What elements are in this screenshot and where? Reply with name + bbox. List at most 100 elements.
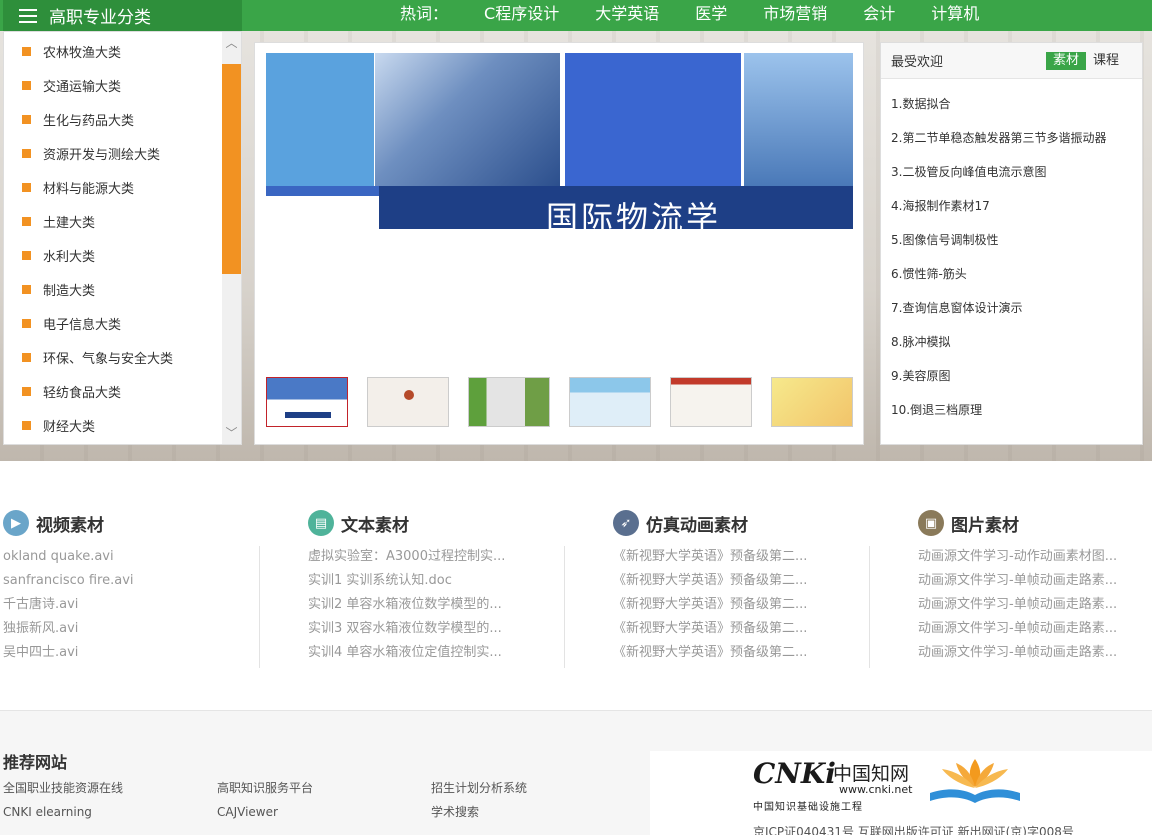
popular-item[interactable]: 4.海报制作素材17: [881, 189, 1142, 223]
link-vocational-resources[interactable]: 全国职业技能资源在线: [3, 779, 217, 797]
section-item[interactable]: 实训1 实训系统认知.doc: [308, 569, 598, 593]
section-header[interactable]: ▣ 图片素材: [918, 505, 1152, 541]
category-item[interactable]: 轻纺食品大类: [4, 374, 241, 408]
section-item[interactable]: 《新视野大学英语》预备级第二...: [613, 617, 903, 641]
category-label: 电子信息大类: [43, 317, 122, 333]
section-list: 《新视野大学英语》预备级第二... 《新视野大学英语》预备级第二... 《新视野大学…: [613, 545, 903, 665]
bullet-square-icon: [22, 420, 31, 430]
scroll-up-icon[interactable]: ︿: [222, 32, 241, 54]
cnki-logo-word: CNKi: [753, 757, 836, 790]
section-item[interactable]: 动画源文件学习-单帧动画走路素...: [918, 593, 1152, 617]
cnki-logo[interactable]: CNKi 中国知网 www.cnki.net 中国知识基础设施工程: [753, 757, 913, 813]
popular-item[interactable]: 3.二极管反向峰值电流示意图: [881, 155, 1142, 189]
section-item[interactable]: 《新视野大学英语》预备级第二...: [613, 593, 903, 617]
section-item[interactable]: 《新视野大学英语》预备级第二...: [613, 641, 903, 665]
section-header[interactable]: ▤ 文本素材: [308, 505, 598, 541]
category-item[interactable]: 农林牧渔大类: [4, 34, 241, 68]
section-item[interactable]: 动画源文件学习-单帧动画走路素...: [918, 641, 1152, 665]
section-header[interactable]: ➶ 仿真动画素材: [613, 505, 903, 541]
hot-word-medicine[interactable]: 医学: [695, 0, 727, 24]
thumbnail-6[interactable]: [771, 377, 853, 427]
popular-item[interactable]: 9.美容原图: [881, 359, 1142, 393]
hot-word-computer[interactable]: 计算机: [931, 0, 979, 24]
category-item[interactable]: 财经大类: [4, 408, 241, 442]
link-cajviewer[interactable]: CAJViewer: [217, 803, 431, 821]
footer-brand: CNKi 中国知网 www.cnki.net 中国知识基础设施工程 京ICP证0…: [650, 751, 1152, 835]
section-list: 虚拟实验室：A3000过程控制实... 实训1 实训系统认知.doc 实训2 单容水…: [308, 545, 598, 665]
bullet-square-icon: [22, 250, 31, 260]
thumbnail-4[interactable]: [569, 377, 651, 427]
tab-courses[interactable]: 课程: [1086, 52, 1126, 70]
section-header[interactable]: ▶ 视频素材: [3, 505, 293, 541]
section-document: ▤ 文本素材 虚拟实验室：A3000过程控制实... 实训1 实训系统认知.doc 实训…: [308, 505, 598, 665]
hot-word-c[interactable]: C程序设计: [484, 0, 559, 24]
popular-item[interactable]: 10.倒退三档原理: [881, 393, 1142, 427]
scrollbar-thumb[interactable]: [222, 64, 241, 274]
cnki-logo-cn: 中国知网: [833, 763, 910, 785]
category-label: 环保、气象与安全大类: [43, 351, 174, 367]
tab-materials[interactable]: 素材: [1045, 51, 1086, 70]
section-item[interactable]: 动画源文件学习-单帧动画走路素...: [918, 617, 1152, 641]
popular-item[interactable]: 8.脉冲模拟: [881, 325, 1142, 359]
carousel: 国际物流学: [254, 42, 864, 445]
section-item[interactable]: 吴中四士.avi: [3, 641, 293, 665]
section-item[interactable]: sanfrancisco fire.avi: [3, 569, 293, 593]
link-academic-search[interactable]: 学术搜索: [431, 803, 645, 821]
footer: 推荐网站 全国职业技能资源在线 高职知识服务平台 招生计划分析系统 CNKI e…: [0, 710, 1152, 835]
popular-item[interactable]: 1.数据拟合: [881, 87, 1142, 121]
category-item[interactable]: 电子信息大类: [4, 306, 241, 340]
category-item[interactable]: 土建大类: [4, 204, 241, 238]
slide-title: 国际物流学: [546, 199, 722, 229]
popular-item[interactable]: 7.查询信息窗体设计演示: [881, 291, 1142, 325]
link-knowledge-platform[interactable]: 高职知识服务平台: [217, 779, 431, 797]
section-item[interactable]: 独振新风.avi: [3, 617, 293, 641]
section-divider: [564, 546, 565, 668]
section-item[interactable]: 实训2 单容水箱液位数学模型的...: [308, 593, 598, 617]
cnki-logo-sub: 中国知识基础设施工程: [753, 802, 863, 813]
recommend-title: 推荐网站: [3, 753, 68, 772]
category-header[interactable]: 高职专业分类: [3, 0, 242, 31]
category-item[interactable]: 环保、气象与安全大类: [4, 340, 241, 374]
category-title: 高职专业分类: [49, 8, 151, 28]
hot-word-marketing[interactable]: 市场营销: [763, 0, 827, 24]
popular-item[interactable]: 5.图像信号调制极性: [881, 223, 1142, 257]
bullet-square-icon: [22, 318, 31, 328]
carousel-slide[interactable]: 国际物流学: [266, 53, 853, 229]
section-item[interactable]: 《新视野大学英语》预备级第二...: [613, 569, 903, 593]
category-item[interactable]: 水利大类: [4, 238, 241, 272]
section-item[interactable]: 《新视野大学英语》预备级第二...: [613, 545, 903, 569]
bullet-square-icon: [22, 182, 31, 192]
section-item[interactable]: 动画源文件学习-动作动画素材图...: [918, 545, 1152, 569]
hot-word-english[interactable]: 大学英语: [595, 0, 659, 24]
category-item[interactable]: 生化与药品大类: [4, 102, 241, 136]
thumbnail-5[interactable]: [670, 377, 752, 427]
category-label: 轻纺食品大类: [43, 385, 122, 401]
section-item[interactable]: 虚拟实验室：A3000过程控制实...: [308, 545, 598, 569]
hot-label: 热词：: [400, 4, 449, 23]
popular-item[interactable]: 2.第二节单稳态触发器第三节多谐振动器: [881, 121, 1142, 155]
icp-license: 京ICP证040431号 互联网出版许可证 新出网证(京)字008号: [753, 825, 1074, 835]
category-item[interactable]: 交通运输大类: [4, 68, 241, 102]
popular-panel: 最受欢迎 素材 课程 1.数据拟合 2.第二节单稳态触发器第三节多谐振动器 3.二极…: [880, 42, 1143, 445]
section-item[interactable]: 动画源文件学习-单帧动画走路素...: [918, 569, 1152, 593]
thumbnail-3[interactable]: [468, 377, 550, 427]
thumbnail-1[interactable]: [266, 377, 348, 427]
recommend-links: 全国职业技能资源在线 高职知识服务平台 招生计划分析系统 CNKI elearn…: [3, 779, 643, 821]
category-item[interactable]: 材料与能源大类: [4, 170, 241, 204]
thumbnail-2[interactable]: [367, 377, 449, 427]
category-label: 资源开发与测绘大类: [43, 147, 161, 163]
section-item[interactable]: 实训3 双容水箱液位数学模型的...: [308, 617, 598, 641]
category-scrollbar[interactable]: ︿ ﹀: [222, 32, 241, 444]
hot-word-accounting[interactable]: 会计: [863, 0, 895, 24]
section-item[interactable]: 实训4 单容水箱液位定值控制实...: [308, 641, 598, 665]
section-item[interactable]: 千古唐诗.avi: [3, 593, 293, 617]
category-item[interactable]: 资源开发与测绘大类: [4, 136, 241, 170]
hot-words: 热词： C程序设计 大学英语 医学 市场营销 会计 计算机: [400, 0, 1015, 24]
category-item[interactable]: 制造大类: [4, 272, 241, 306]
popular-item[interactable]: 6.惯性筛-筋头: [881, 257, 1142, 291]
picture-icon: ▣: [918, 510, 944, 536]
link-enrollment-analysis[interactable]: 招生计划分析系统: [431, 779, 645, 797]
section-item[interactable]: okland quake.avi: [3, 545, 293, 569]
scroll-down-icon[interactable]: ﹀: [222, 422, 241, 444]
link-cnki-elearning[interactable]: CNKI elearning: [3, 803, 217, 821]
